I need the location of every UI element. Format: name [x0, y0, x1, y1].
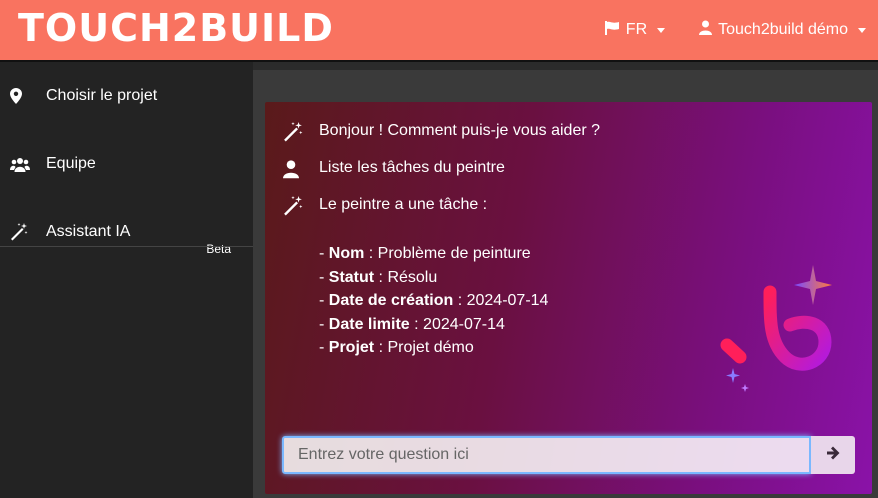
task-details: - Nom : Problème de peinture - Statut : …: [319, 242, 548, 360]
chat-message-user: Liste les tâches du peintre: [283, 159, 505, 184]
chat-message-text: Le peintre a une tâche :: [319, 196, 488, 213]
field-label: Date limite: [328, 315, 410, 333]
field-label: Projet: [328, 339, 375, 356]
beta-badge: Beta: [206, 242, 231, 256]
brand-logo[interactable]: TOUCH2BUILD: [18, 6, 334, 50]
chat-message-text: Bonjour ! Comment puis-je vous aider ?: [319, 122, 601, 139]
flag-icon: [604, 20, 620, 40]
sidebar: Choisir le projet Equipe Assistant IA Be…: [0, 62, 253, 498]
task-field-projet: - Projet : Projet démo: [319, 339, 474, 356]
users-icon: [10, 157, 46, 172]
chat-panel: Bonjour ! Comment puis-je vous aider ? L…: [265, 102, 872, 494]
field-value: : Projet démo: [374, 339, 474, 356]
language-label: FR: [625, 21, 648, 38]
field-value: : 2024-07-14: [409, 315, 505, 333]
navbar-right: FR Touch2build démo: [604, 0, 866, 60]
chevron-down-icon: [858, 27, 866, 33]
task-field-nom: - Nom : Problème de peinture: [319, 245, 531, 262]
sidebar-item-choisir-projet[interactable]: Choisir le projet: [0, 62, 253, 130]
sidebar-item-equipe[interactable]: Equipe: [0, 130, 253, 198]
field-label: Nom: [328, 245, 365, 262]
field-value: : Problème de peinture: [364, 245, 531, 262]
sidebar-item-label: Choisir le projet: [46, 87, 158, 104]
chat-message-text: Liste les tâches du peintre: [319, 159, 505, 176]
content-topbar: [253, 62, 878, 70]
arrow-right-icon: [826, 446, 840, 465]
sidebar-item-label: Equipe: [46, 155, 96, 172]
sidebar-item-assistant-ia[interactable]: Assistant IA Beta: [0, 198, 253, 266]
send-button[interactable]: [811, 436, 855, 474]
sidebar-divider: [0, 246, 253, 247]
user-icon: [699, 20, 713, 40]
magic-wand-icon: [283, 122, 319, 147]
user-name: Touch2build démo: [718, 21, 848, 38]
top-navbar: TOUCH2BUILD FR Touch2build démo: [0, 0, 878, 62]
task-field-statut: - Statut : Résolu: [319, 268, 438, 286]
language-dropdown[interactable]: FR: [604, 20, 666, 40]
magic-wand-icon: [283, 196, 319, 221]
question-input[interactable]: [282, 436, 811, 474]
magic-wand-icon: [10, 223, 46, 241]
field-label: Date de création: [328, 292, 454, 309]
field-value: : 2024-07-14: [453, 292, 549, 309]
chat-message-assistant: Bonjour ! Comment puis-je vous aider ?: [283, 122, 600, 147]
chat-message-assistant: Le peintre a une tâche :: [283, 196, 487, 221]
chevron-down-icon: [657, 27, 666, 33]
user-icon: [283, 159, 319, 184]
touch2build-mark-icon: [715, 257, 845, 412]
field-value: : Résolu: [374, 268, 438, 286]
task-field-date-creation: - Date de création : 2024-07-14: [319, 292, 549, 309]
question-form: [282, 436, 855, 474]
task-field-date-limite: - Date limite : 2024-07-14: [319, 315, 505, 333]
sidebar-item-label: Assistant IA: [46, 223, 131, 240]
field-label: Statut: [328, 268, 375, 286]
user-dropdown[interactable]: Touch2build démo: [699, 20, 866, 40]
map-marker-icon: [10, 88, 46, 104]
